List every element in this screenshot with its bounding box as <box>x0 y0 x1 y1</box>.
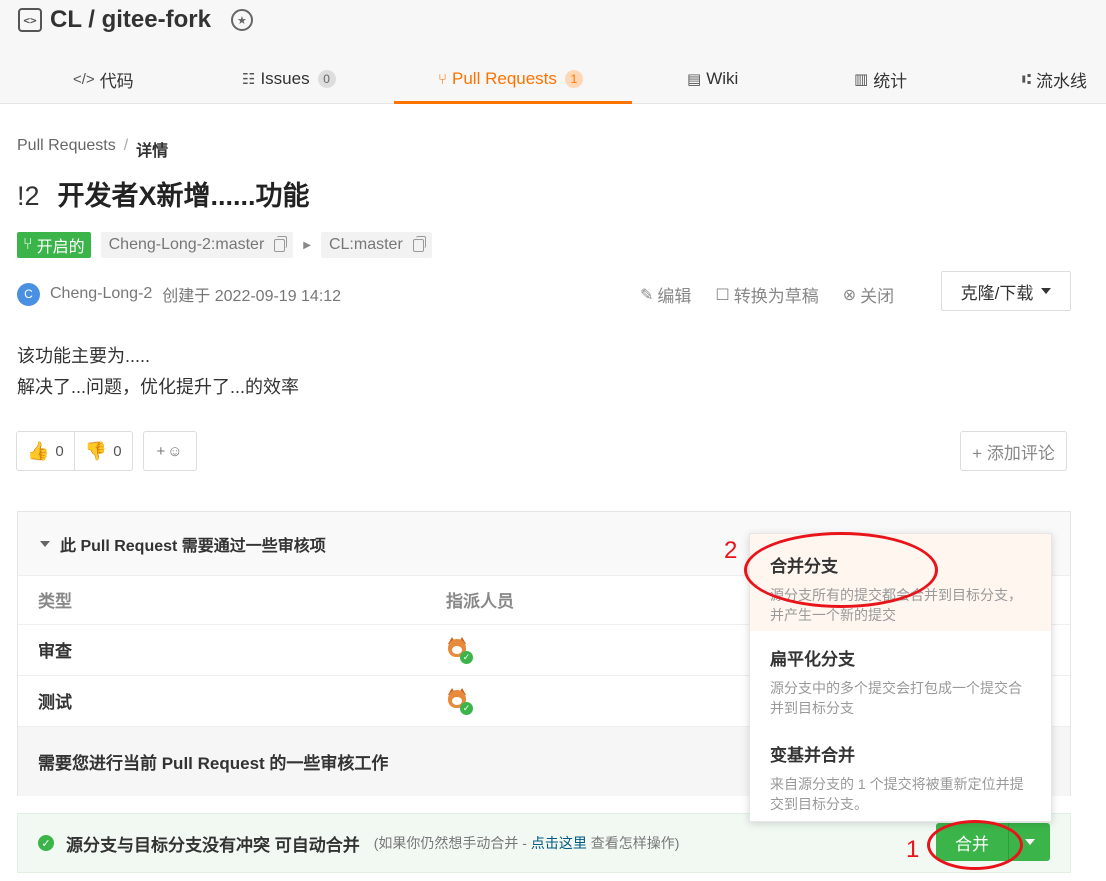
like-button[interactable]: 👍 0 <box>17 432 74 470</box>
review-type: 审查 <box>18 624 426 676</box>
collapse-caret-icon <box>40 540 50 547</box>
edit-button[interactable]: ✎ 编辑 <box>640 282 691 307</box>
close-circle-icon: ⊗ <box>842 286 857 304</box>
approved-check-icon: ✓ <box>460 701 473 715</box>
author-name[interactable]: Cheng-Long-2 <box>50 285 152 303</box>
repo-title: <> CL / gitee-fork ★ <box>18 4 253 36</box>
arrow-right-icon: ▶ <box>303 239 311 251</box>
code-icon: </> <box>73 70 95 88</box>
pipeline-icon: ⑆ <box>1022 70 1032 88</box>
page-title: !2 开发者X新增......功能 <box>17 174 310 213</box>
chevron-down-icon <box>1041 288 1052 294</box>
merge-status-message: 源分支与目标分支没有冲突 可自动合并 <box>66 835 360 855</box>
menu-item-squash-merge[interactable]: 扁平化分支 源分支中的多个提交会打包成一个提交合并到目标分支 <box>750 631 1051 727</box>
add-comment-button[interactable]: + 添加评论 <box>960 431 1067 471</box>
pr-count-badge: 1 <box>564 70 583 88</box>
active-tab-indicator <box>394 101 632 104</box>
repo-header: <> CL / gitee-fork ★ </> 代码 ☷ Issues 0 ⑂… <box>0 0 1106 104</box>
smile-icon: ☺ <box>167 442 183 460</box>
branch-info: ⑂ 开启的 Cheng-Long-2:master ▶ CL:master <box>17 232 432 258</box>
target-branch[interactable]: CL:master <box>320 232 432 258</box>
review-type: 测试 <box>18 675 426 727</box>
annotation-ellipse-merge-button <box>927 820 1023 870</box>
tab-pipeline[interactable]: ⑆ 流水线 <box>1022 54 1087 104</box>
annotation-number-1: 1 <box>906 836 920 863</box>
breadcrumb: Pull Requests / 详情 <box>17 137 168 161</box>
book-icon: ▤ <box>687 71 702 88</box>
pr-number: !2 <box>17 181 40 211</box>
annotation-ellipse-merge-branch <box>744 532 938 608</box>
pull-request-icon: ⑂ <box>23 236 33 253</box>
repo-tabs: </> 代码 ☷ Issues 0 ⑂ Pull Requests 1 ▤ Wi… <box>0 54 1106 104</box>
check-circle-icon: ✓ <box>38 835 54 851</box>
tab-wiki[interactable]: ▤ Wiki <box>687 54 738 104</box>
reactions: 👍 0 👎 0 + ☺ <box>16 431 197 471</box>
tab-pull-requests[interactable]: ⑂ Pull Requests 1 <box>438 54 583 104</box>
avatar[interactable]: C <box>17 282 40 306</box>
thumbs-down-icon: 👎 <box>84 440 108 461</box>
edit-icon: ✎ <box>640 286 654 304</box>
dislike-button[interactable]: 👎 0 <box>73 432 132 470</box>
description-line: 该功能主要为..... <box>17 346 151 366</box>
status-badge: ⑂ 开启的 <box>17 232 91 258</box>
assignee-avatar[interactable]: ✓ <box>446 636 473 664</box>
created-time: 创建于 2022-09-19 14:12 <box>162 288 342 305</box>
chevron-down-icon <box>1024 839 1035 845</box>
tab-code[interactable]: </> 代码 <box>73 54 134 104</box>
bar-chart-icon: ▥ <box>854 71 869 88</box>
manual-merge-hint: (如果你仍然想手动合并 - 点击这里 查看怎样操作) <box>373 835 680 851</box>
code-repo-icon: <> <box>18 8 42 32</box>
column-header-type: 类型 <box>18 576 426 625</box>
clone-download-button[interactable]: 克隆/下载 <box>941 271 1071 311</box>
issues-count-badge: 0 <box>317 70 336 88</box>
vote-group: 👍 0 👎 0 <box>16 431 133 471</box>
pr-title: 开发者X新增......功能 <box>57 181 310 211</box>
approved-check-icon: ✓ <box>460 650 473 664</box>
repo-name[interactable]: CL / gitee-fork <box>50 6 211 34</box>
manual-merge-link[interactable]: 点击这里 <box>531 835 587 851</box>
tab-stats[interactable]: ▥ 统计 <box>854 54 907 104</box>
breadcrumb-separator: / <box>123 137 129 154</box>
breadcrumb-parent-link[interactable]: Pull Requests <box>17 137 116 161</box>
pull-request-icon: ⑂ <box>438 70 448 88</box>
convert-to-draft-button[interactable]: ☐ 转换为草稿 <box>715 282 818 307</box>
thumbs-up-icon: 👍 <box>27 440 50 461</box>
breadcrumb-current: 详情 <box>136 143 169 160</box>
author-info: C Cheng-Long-2 创建于 2022-09-19 14:12 <box>17 282 341 306</box>
source-branch[interactable]: Cheng-Long-2:master <box>100 232 294 258</box>
menu-item-rebase-merge[interactable]: 变基并合并 来自源分支的 1 个提交将被重新定位并提交到目标分支。 <box>750 727 1051 823</box>
annotation-number-2: 2 <box>724 537 738 564</box>
add-emoji-button[interactable]: + ☺ <box>142 431 197 471</box>
description-line: 解决了...问题，优化提升了...的效率 <box>17 377 300 397</box>
close-pr-button[interactable]: ⊗ 关闭 <box>843 282 894 307</box>
issues-icon: ☷ <box>242 71 256 88</box>
award-icon[interactable]: ★ <box>230 9 253 31</box>
assignee-avatar[interactable]: ✓ <box>446 687 473 715</box>
pr-description: 该功能主要为..... 解决了...问题，优化提升了...的效率 <box>17 341 299 403</box>
pr-actions: ✎ 编辑 ☐ 转换为草稿 ⊗ 关闭 <box>640 282 894 307</box>
copy-icon[interactable] <box>412 235 426 252</box>
draft-icon: ☐ <box>715 286 730 304</box>
tab-issues[interactable]: ☷ Issues 0 <box>242 54 336 104</box>
copy-icon[interactable] <box>274 235 288 252</box>
